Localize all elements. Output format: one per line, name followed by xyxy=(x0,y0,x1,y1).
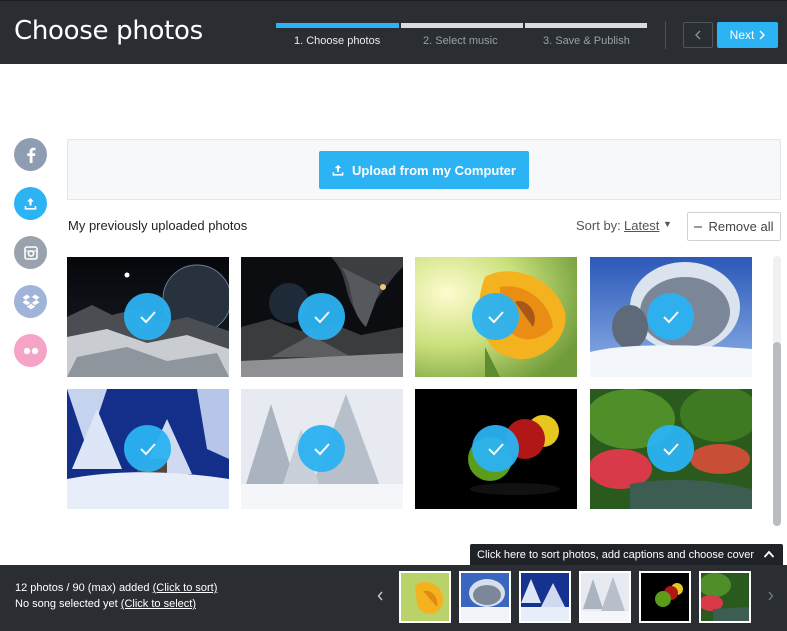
facebook-source-button[interactable] xyxy=(14,138,47,171)
photo-count-text: 12 photos / 90 (max) added xyxy=(15,582,153,594)
thumbnail-image xyxy=(521,573,569,621)
facebook-icon xyxy=(26,147,35,163)
app-frame: Choose photos 1. Choose photos 2. Select… xyxy=(0,0,787,631)
check-icon xyxy=(487,310,504,323)
header-divider xyxy=(665,21,666,49)
photo-tile[interactable] xyxy=(415,389,577,509)
remove-all-label: Remove all xyxy=(708,219,774,234)
selected-check[interactable] xyxy=(647,425,694,472)
check-icon xyxy=(662,442,679,455)
selected-check[interactable] xyxy=(472,293,519,340)
sort-captions-tab[interactable]: Click here to sort photos, add captions … xyxy=(470,544,783,565)
selected-check[interactable] xyxy=(298,425,345,472)
chevron-right-icon xyxy=(759,30,766,40)
flickr-source-button[interactable] xyxy=(14,334,47,367)
instagram-icon xyxy=(23,245,38,260)
step-2-bar xyxy=(401,23,523,28)
photo-tile[interactable] xyxy=(590,389,752,509)
song-line: No song selected yet (Click to select) xyxy=(15,598,196,610)
photo-tile[interactable] xyxy=(241,389,403,509)
selected-check[interactable] xyxy=(472,425,519,472)
photo-tile[interactable] xyxy=(590,257,752,377)
chevron-right-icon xyxy=(768,591,774,601)
step-3-label[interactable]: 3. Save & Publish xyxy=(543,35,630,47)
chevron-up-icon xyxy=(763,550,775,558)
caret-down-icon[interactable]: ▼ xyxy=(663,219,672,229)
photo-tile[interactable] xyxy=(241,257,403,377)
selected-check[interactable] xyxy=(124,425,171,472)
click-to-sort-link[interactable]: (Click to sort) xyxy=(153,582,218,594)
click-to-select-link[interactable]: (Click to select) xyxy=(121,598,196,610)
check-icon xyxy=(313,442,330,455)
upload-icon xyxy=(24,198,37,210)
photo-tile[interactable] xyxy=(67,257,229,377)
step-2-label[interactable]: 2. Select music xyxy=(423,35,498,47)
thumbnail-image xyxy=(641,573,689,621)
thumbnail-image xyxy=(701,573,749,621)
upload-icon xyxy=(332,164,344,176)
selected-check[interactable] xyxy=(124,293,171,340)
thumbs-next-button[interactable] xyxy=(767,589,774,604)
step-1-bar xyxy=(276,23,399,28)
chevron-left-icon xyxy=(377,591,383,601)
thumbnail[interactable] xyxy=(459,571,511,623)
selected-check[interactable] xyxy=(647,293,694,340)
instagram-source-button[interactable] xyxy=(14,236,47,269)
dropbox-source-button[interactable] xyxy=(14,285,47,318)
upload-from-computer-button[interactable]: Upload from my Computer xyxy=(319,151,529,189)
check-icon xyxy=(139,310,156,323)
thumbnail-image xyxy=(401,573,449,621)
thumbnail[interactable] xyxy=(579,571,631,623)
upload-button-label: Upload from my Computer xyxy=(352,162,516,178)
minus-icon xyxy=(694,225,703,228)
step-1-label[interactable]: 1. Choose photos xyxy=(294,35,380,47)
next-button[interactable]: Next xyxy=(717,22,778,48)
check-icon xyxy=(662,310,679,323)
thumbnail-image xyxy=(581,573,629,621)
upload-source-button[interactable] xyxy=(14,187,47,220)
sort-dropdown[interactable]: Latest xyxy=(624,218,659,233)
remove-all-button[interactable]: Remove all xyxy=(687,212,781,241)
photo-tile[interactable] xyxy=(415,257,577,377)
thumbnail[interactable] xyxy=(639,571,691,623)
photo-tile[interactable] xyxy=(67,389,229,509)
thumbnail[interactable] xyxy=(399,571,451,623)
check-icon xyxy=(139,442,156,455)
next-button-label: Next xyxy=(729,28,755,42)
upload-panel: Upload from my Computer xyxy=(67,139,781,200)
header-bar: Choose photos 1. Choose photos 2. Select… xyxy=(0,0,787,64)
sort-label: Sort by: xyxy=(576,218,621,233)
thumbnail[interactable] xyxy=(519,571,571,623)
scrollbar-thumb[interactable] xyxy=(773,342,781,526)
sort-captions-text: Click here to sort photos, add captions … xyxy=(477,548,754,561)
thumbnail-image xyxy=(461,573,509,621)
section-title: My previously uploaded photos xyxy=(68,218,248,233)
selected-check[interactable] xyxy=(298,293,345,340)
check-icon xyxy=(313,310,330,323)
footer-bar: 12 photos / 90 (max) added (Click to sor… xyxy=(0,565,787,631)
step-3-bar xyxy=(525,23,647,28)
thumbs-prev-button[interactable] xyxy=(377,589,384,604)
flickr-icon xyxy=(23,347,38,354)
dropbox-icon xyxy=(22,294,39,309)
song-status-text: No song selected yet xyxy=(15,598,121,610)
photo-count-line: 12 photos / 90 (max) added (Click to sor… xyxy=(15,582,217,594)
prev-button[interactable] xyxy=(683,22,713,48)
page-title: Choose photos xyxy=(14,16,203,46)
chevron-left-icon xyxy=(695,30,701,40)
check-icon xyxy=(487,442,504,455)
thumbnail[interactable] xyxy=(699,571,751,623)
